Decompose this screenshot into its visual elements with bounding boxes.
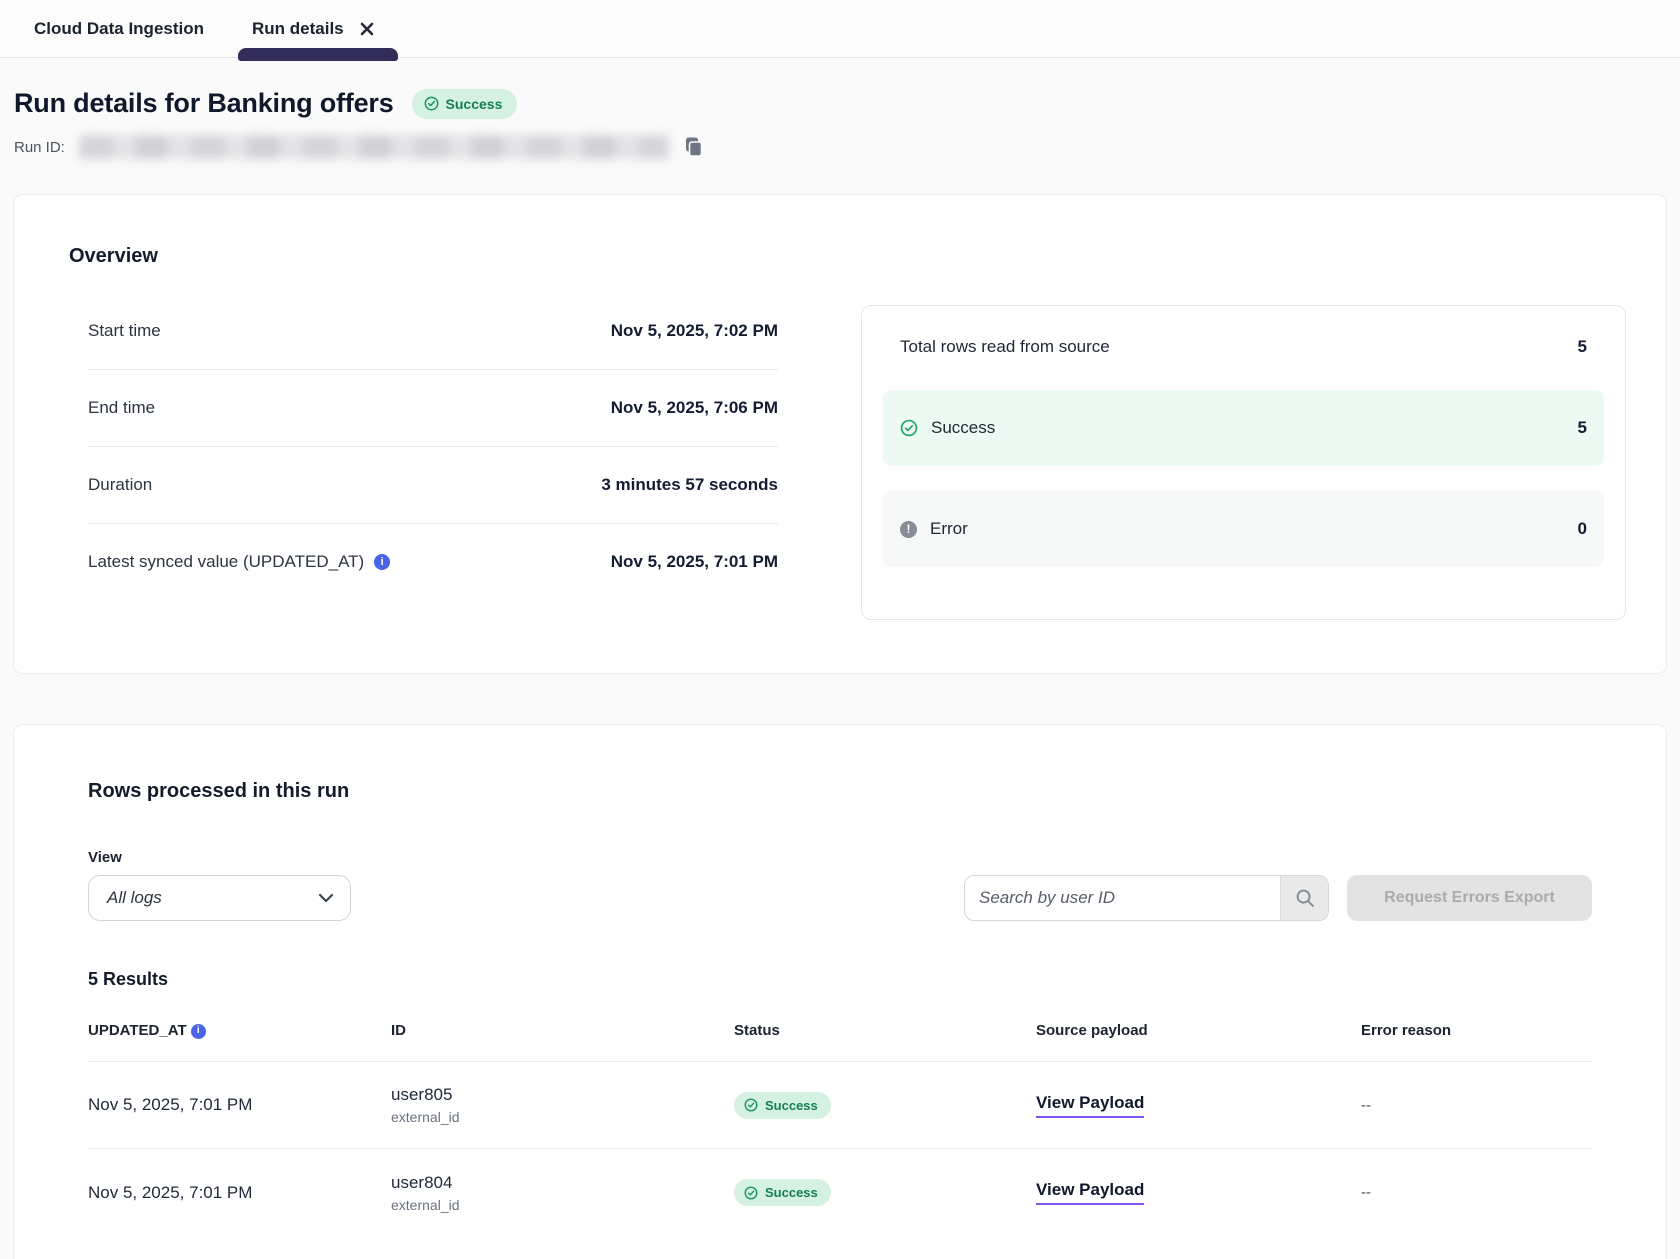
search-input[interactable] [965,876,1280,920]
overview-card: Overview Start time Nov 5, 2025, 7:02 PM… [13,194,1667,674]
check-circle-icon [744,1098,758,1112]
rows-processed-heading: Rows processed in this run [88,780,1592,803]
view-dropdown-value: All logs [107,888,162,908]
total-rows-label: Total rows read from source [900,337,1110,357]
tab-bar: Cloud Data Ingestion Run details [0,0,1680,58]
overview-fields: Start time Nov 5, 2025, 7:02 PM End time… [88,292,778,620]
table-row: Nov 5, 2025, 7:01 PM user804 external_id… [88,1149,1592,1236]
results-count: 5 Results [88,969,1592,990]
field-value: 3 minutes 57 seconds [601,475,778,495]
overview-heading: Overview [69,245,1626,268]
check-circle-icon [744,1186,758,1200]
search-button[interactable] [1280,876,1328,920]
tab-label: Run details [252,19,344,39]
error-circle-icon: ! [900,521,917,538]
col-source-payload: Source payload [1036,1022,1361,1039]
field-label: Start time [88,321,161,341]
page-title: Run details for Banking offers [14,88,394,119]
success-value: 5 [1578,418,1587,438]
info-icon[interactable]: i [191,1024,206,1039]
view-payload-link[interactable]: View Payload [1036,1093,1144,1118]
field-label: End time [88,398,155,418]
run-id-label: Run ID: [14,139,65,156]
rows-processed-card: Rows processed in this run View All logs… [13,724,1667,1259]
field-duration: Duration 3 minutes 57 seconds [88,446,778,523]
info-icon[interactable]: i [374,554,390,570]
close-icon[interactable] [356,18,378,40]
check-circle-icon [900,419,918,437]
chevron-down-icon [318,893,334,903]
run-summary-panel: Total rows read from source 5 Success 5 … [861,305,1626,620]
status-badge-label: Success [446,96,503,112]
col-updated-at: UPDATED_AT i [88,1022,391,1039]
run-id-redacted [79,135,669,159]
field-value: Nov 5, 2025, 7:06 PM [611,398,778,418]
page-header: Run details for Banking offers Success R… [0,88,1680,159]
cell-source-payload: View Payload [1036,1093,1361,1118]
cell-id: user805 external_id [391,1085,734,1125]
field-start-time: Start time Nov 5, 2025, 7:02 PM [88,292,778,369]
tab-cloud-data-ingestion[interactable]: Cloud Data Ingestion [24,0,214,57]
field-label: Duration [88,475,152,495]
status-badge: Success [412,89,518,119]
summary-error-row: ! Error 0 [883,491,1604,567]
id-type: external_id [391,1197,734,1213]
user-id-search [964,875,1329,921]
cell-status: Success [734,1092,1036,1119]
col-status: Status [734,1022,1036,1039]
field-label: Latest synced value (UPDATED_AT) [88,552,364,572]
copy-icon[interactable] [683,136,704,159]
table-header-row: UPDATED_AT i ID Status Source payload Er… [88,1022,1592,1062]
col-error-reason: Error reason [1361,1022,1592,1039]
field-end-time: End time Nov 5, 2025, 7:06 PM [88,369,778,446]
success-label: Success [931,418,995,438]
table-row: Nov 5, 2025, 7:01 PM user805 external_id… [88,1062,1592,1149]
cell-error-reason: -- [1361,1184,1592,1201]
request-errors-export-button[interactable]: Request Errors Export [1347,875,1592,921]
search-icon [1295,888,1315,908]
error-value: 0 [1578,519,1587,539]
cell-updated-at: Nov 5, 2025, 7:01 PM [88,1095,391,1115]
user-id: user805 [391,1085,734,1105]
field-value: Nov 5, 2025, 7:01 PM [611,552,778,572]
view-label: View [88,849,1592,866]
cell-id: user804 external_id [391,1173,734,1213]
rows-table: UPDATED_AT i ID Status Source payload Er… [88,1022,1592,1236]
view-dropdown[interactable]: All logs [88,875,351,921]
id-type: external_id [391,1109,734,1125]
active-tab-indicator [238,48,398,61]
status-badge: Success [734,1179,831,1206]
col-id: ID [391,1022,734,1039]
error-label: Error [930,519,968,539]
tab-label: Cloud Data Ingestion [34,19,204,39]
field-latest-synced-value: Latest synced value (UPDATED_AT) i Nov 5… [88,523,778,600]
user-id: user804 [391,1173,734,1193]
summary-success-row: Success 5 [883,390,1604,466]
summary-total-row: Total rows read from source 5 [883,306,1604,390]
view-payload-link[interactable]: View Payload [1036,1180,1144,1205]
cell-status: Success [734,1179,1036,1206]
cell-error-reason: -- [1361,1097,1592,1114]
total-rows-value: 5 [1578,337,1587,357]
status-badge: Success [734,1092,831,1119]
tab-run-details[interactable]: Run details [242,0,388,57]
field-value: Nov 5, 2025, 7:02 PM [611,321,778,341]
cell-updated-at: Nov 5, 2025, 7:01 PM [88,1183,391,1203]
check-circle-icon [424,96,439,111]
cell-source-payload: View Payload [1036,1180,1361,1205]
